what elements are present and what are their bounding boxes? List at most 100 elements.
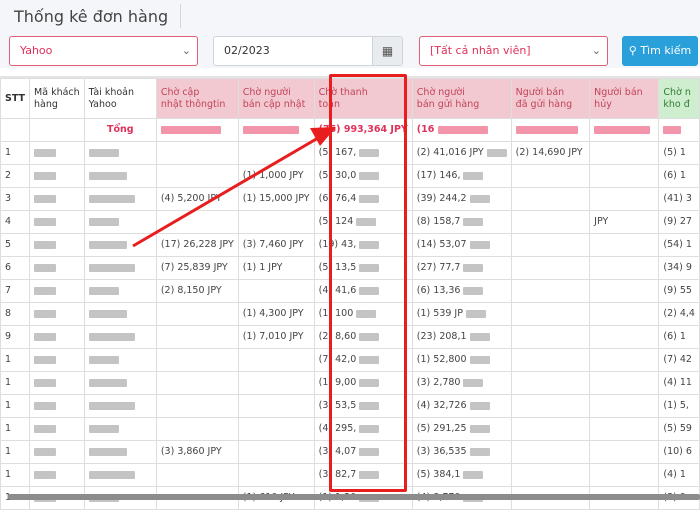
cell-warehouse: (5) 59 — [658, 417, 700, 441]
cell-ship: (5) 384,1 — [411, 463, 512, 487]
cell-seller-update — [237, 440, 315, 464]
cell-seller-update — [237, 279, 315, 303]
cell-cancel — [589, 233, 660, 257]
row-stt: 1 — [0, 440, 31, 464]
cell-sent — [510, 187, 591, 211]
month-input[interactable]: 02/2023 ▦ — [213, 36, 403, 66]
cell-warehouse: (54) 1 — [658, 233, 700, 257]
row-stt: 1 — [0, 348, 31, 372]
yahoo-account-redacted — [83, 279, 157, 303]
cell-seller-update — [237, 394, 315, 418]
cell-sent — [510, 417, 591, 441]
cell-seller-update: (1) 1 JPY — [237, 256, 315, 280]
cell-ship: (1) 52,800 — [411, 348, 512, 372]
yahoo-account-redacted — [83, 141, 157, 165]
customer-code-redacted — [29, 371, 85, 395]
cell-warehouse: (4) 1 — [658, 463, 700, 487]
site-select[interactable]: Yahoo ⌄ — [9, 36, 198, 66]
cell-ship: (17) 146, — [411, 164, 512, 188]
staff-select[interactable]: [Tất cả nhân viên] ⌄ — [419, 36, 608, 66]
cell-warehouse: (2) 4,4 — [658, 302, 700, 326]
cell-update — [155, 463, 239, 487]
yahoo-account-redacted — [83, 348, 157, 372]
customer-code-redacted — [29, 325, 85, 349]
row-stt: 1 — [0, 371, 31, 395]
cell-cancel — [589, 256, 660, 280]
yahoo-account-redacted — [83, 302, 157, 326]
highlight-payment-column — [329, 74, 407, 492]
staff-select-value: [Tất cả nhân viên] — [430, 44, 531, 57]
calendar-icon[interactable]: ▦ — [372, 37, 402, 65]
cell-update: (7) 25,839 JPY — [155, 256, 239, 280]
customer-code-redacted — [29, 348, 85, 372]
title-divider — [180, 4, 181, 28]
horizontal-scrollbar[interactable] — [8, 494, 700, 500]
yahoo-account-redacted — [83, 463, 157, 487]
cell-seller-update — [237, 141, 315, 165]
cell-sent — [510, 325, 591, 349]
customer-code-redacted — [29, 440, 85, 464]
customer-code-redacted — [29, 417, 85, 441]
cell-update — [155, 417, 239, 441]
cell-sent — [510, 302, 591, 326]
yahoo-account-redacted — [83, 371, 157, 395]
cell-cancel — [589, 371, 660, 395]
header-yahoo-account: Tài khoản Yahoo — [83, 78, 157, 119]
cell-seller-update — [237, 417, 315, 441]
cell-seller-update: (1) 1,000 JPY — [237, 164, 315, 188]
row-stt: 7 — [0, 279, 31, 303]
cell-warehouse: (41) 3 — [658, 187, 700, 211]
row-stt: 1 — [0, 141, 31, 165]
header-wait-warehouse: Chờ n kho đ — [658, 78, 700, 119]
cell-cancel — [589, 141, 660, 165]
cell-cancel — [589, 440, 660, 464]
cell-ship: (39) 244,2 — [411, 187, 512, 211]
cell-cancel — [589, 187, 660, 211]
customer-code-redacted — [29, 210, 85, 234]
yahoo-account-redacted — [83, 233, 157, 257]
cell-warehouse: (5) 1 — [658, 141, 700, 165]
header-wait-seller-update: Chờ người bán cập nhật — [237, 78, 315, 119]
cell-cancel: JPY — [589, 210, 660, 234]
cell-warehouse: (9) 27 — [658, 210, 700, 234]
yahoo-account-redacted — [83, 440, 157, 464]
cell-seller-update — [237, 210, 315, 234]
cell-seller-update: (3) 7,460 JPY — [237, 233, 315, 257]
cell-sent — [510, 279, 591, 303]
cell-ship: (3) 36,535 — [411, 440, 512, 464]
row-stt: 6 — [0, 256, 31, 280]
yahoo-account-redacted — [83, 417, 157, 441]
header-seller-shipped: Người bán đã gửi hàng — [510, 78, 591, 119]
cell-sent — [510, 233, 591, 257]
cell-ship: (14) 53,07 — [411, 233, 512, 257]
page-title: Thống kê đơn hàng — [14, 7, 169, 26]
customer-code-redacted — [29, 187, 85, 211]
cell-ship: (27) 77,7 — [411, 256, 512, 280]
header-customer-code: Mã khách hàng — [29, 78, 85, 119]
cell-seller-update: (1) 7,010 JPY — [237, 325, 315, 349]
cell-update — [155, 210, 239, 234]
cell-seller-update — [237, 348, 315, 372]
row-stt: 1 — [0, 417, 31, 441]
cell-update: (3) 3,860 JPY — [155, 440, 239, 464]
yahoo-account-redacted — [83, 256, 157, 280]
yahoo-account-redacted — [83, 325, 157, 349]
cell-ship: (5) 291,25 — [411, 417, 512, 441]
cell-cancel — [589, 302, 660, 326]
cell-warehouse: (9) 55 — [658, 279, 700, 303]
cell-warehouse: (1) 5, — [658, 394, 700, 418]
cell-update: (2) 8,150 JPY — [155, 279, 239, 303]
search-icon: ⚲ — [628, 44, 637, 57]
cell-seller-update — [237, 463, 315, 487]
yahoo-account-redacted — [83, 210, 157, 234]
header-stt: STT — [0, 78, 31, 119]
customer-code-redacted — [29, 463, 85, 487]
cell-cancel — [589, 394, 660, 418]
cell-ship: (1) 539 JP — [411, 302, 512, 326]
cell-cancel — [589, 417, 660, 441]
cell-cancel — [589, 325, 660, 349]
search-button[interactable]: ⚲ Tìm kiếm — [622, 36, 698, 66]
cell-update — [155, 371, 239, 395]
cell-warehouse: (6) 1 — [658, 325, 700, 349]
cell-sent: (2) 14,690 JPY — [510, 141, 591, 165]
